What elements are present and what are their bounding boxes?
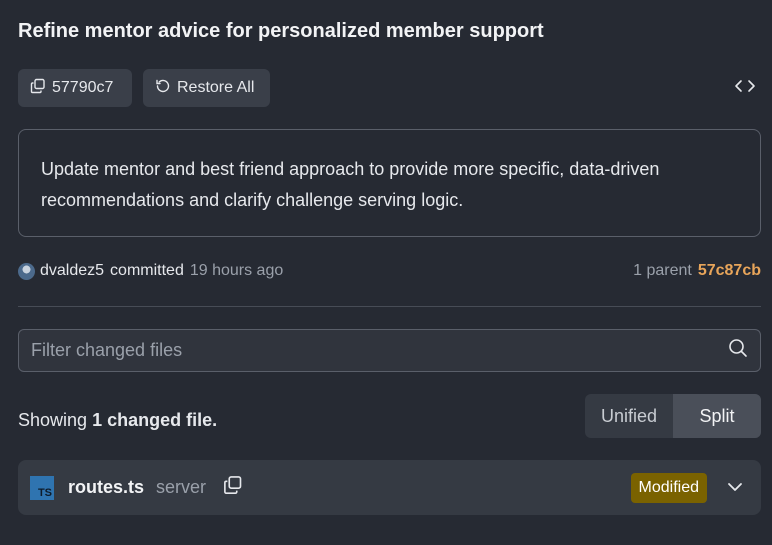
committed-label: committed — [110, 262, 184, 279]
avatar[interactable] — [18, 262, 35, 280]
file-status-badge: Modified — [630, 472, 707, 503]
split-view-button[interactable]: Split — [673, 394, 761, 438]
file-name: routes.ts — [68, 477, 145, 497]
commit-title: Refine mentor advice for personalized me… — [18, 20, 544, 42]
file-directory: server — [156, 477, 207, 497]
copy-sha-button[interactable]: 57790c7 — [18, 69, 132, 107]
commit-sha: 57790c7 — [52, 79, 114, 96]
parent-info: 1 parent 57c87cb — [633, 262, 761, 280]
divider — [18, 306, 761, 307]
diff-view-toggle: Unified Split — [585, 394, 761, 438]
copy-icon — [30, 78, 46, 99]
restore-icon — [155, 78, 171, 99]
chevron-down-icon — [727, 479, 743, 497]
view-code-button[interactable] — [733, 78, 757, 98]
commit-meta: dvaldez5 committed 19 hours ago 1 parent… — [18, 260, 761, 282]
filter-files-input[interactable] — [31, 340, 728, 361]
commit-message: Update mentor and best friend approach t… — [18, 129, 761, 237]
restore-all-label: Restore All — [177, 79, 255, 96]
search-icon[interactable] — [728, 338, 748, 363]
copy-icon — [223, 475, 243, 500]
filter-box — [18, 329, 761, 372]
restore-all-button[interactable]: Restore All — [143, 69, 270, 107]
parent-count: 1 parent — [633, 262, 692, 279]
changed-file-row[interactable]: TS routes.ts server Modified — [18, 460, 761, 515]
typescript-file-icon: TS — [30, 475, 54, 500]
commit-time: 19 hours ago — [189, 262, 284, 279]
unified-view-button[interactable]: Unified — [585, 394, 673, 438]
code-icon — [734, 78, 756, 99]
summary-prefix: Showing — [18, 410, 88, 430]
summary-count: 1 changed file. — [92, 410, 218, 430]
author-link[interactable]: dvaldez5 — [40, 262, 104, 280]
changed-files-summary: Showing 1 changed file. — [18, 410, 217, 431]
expand-file-button[interactable] — [725, 478, 745, 498]
parent-sha-link[interactable]: 57c87cb — [698, 262, 761, 280]
copy-path-button[interactable] — [222, 475, 244, 500]
